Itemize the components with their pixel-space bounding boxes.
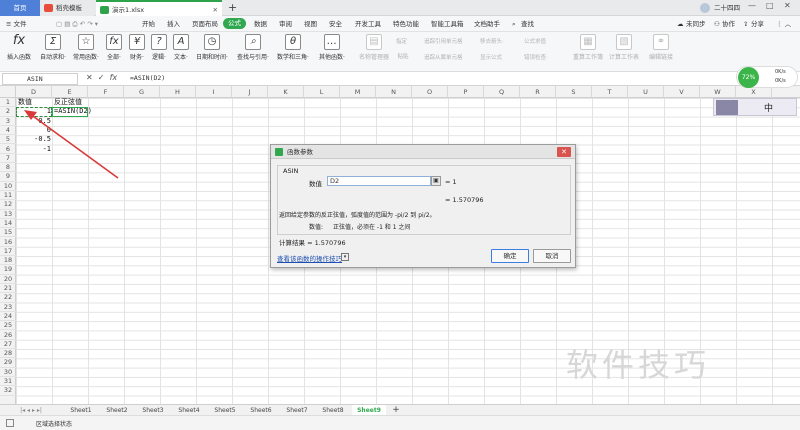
ime-chinese-mode[interactable]: 中 (764, 101, 773, 114)
cancel-button[interactable]: 取消 (533, 249, 571, 263)
spreadsheet-app: 首页 稻壳模板 演示1.xlsx ✕ + 二十四四 — □ ✕ ≡ 文件 ▢ ▤ … (0, 0, 800, 430)
result-preview: = 1.570796 (445, 196, 484, 204)
argument-description: 正弦值，必须在 -1 和 1 之间 (333, 224, 411, 231)
function-tips-link[interactable]: 查看该函数的操作技巧 (277, 253, 342, 263)
anime-skin-image (716, 100, 738, 115)
sheet-tab-bar: |◂ ◂ ▸ ▸| Sheet1 Sheet2 Sheet3 Sheet4 Sheet5… (0, 404, 800, 416)
argument-result: = 1 (445, 178, 457, 186)
status-bar: 区域选择状态 (0, 415, 800, 430)
function-description: 返回给定参数的反正弦值，弧度值的范围为 -pi/2 到 pi/2。 (279, 212, 436, 219)
download-speed: 0K/s (775, 78, 786, 84)
video-tips-icon[interactable]: ▾ (341, 253, 349, 261)
argument-label: 数值 (309, 180, 322, 188)
watermark: 软件技巧 (566, 346, 711, 384)
calculation-result: 计算结果 = 1.570796 (279, 239, 346, 247)
argument-description-label: 数值: (309, 224, 324, 231)
collapse-dialog-icon[interactable]: ▣ (431, 176, 441, 186)
function-name: ASIN (283, 167, 299, 175)
argument-input[interactable]: D2 (327, 176, 431, 186)
upload-speed: 0K/s (775, 69, 786, 75)
ime-toolbar[interactable]: 中 (713, 98, 797, 116)
memory-gauge: 72% (738, 67, 759, 88)
function-arguments-dialog: 函数参数 ✕ ASIN 数值 D2 ▣ = 1 = 1.570796 返回给定参… (270, 144, 576, 268)
dialog-title: 函数参数 (287, 148, 313, 156)
dialog-close-button[interactable]: ✕ (557, 147, 571, 157)
speed-widget[interactable]: 72% 0K/s 0K/s (736, 66, 798, 88)
status-mode: 区域选择状态 (36, 421, 73, 428)
ok-button[interactable]: 确定 (491, 249, 529, 263)
app-icon (275, 148, 283, 156)
dialog-title-bar[interactable]: 函数参数 (271, 145, 575, 159)
macro-record-icon[interactable] (6, 419, 14, 427)
